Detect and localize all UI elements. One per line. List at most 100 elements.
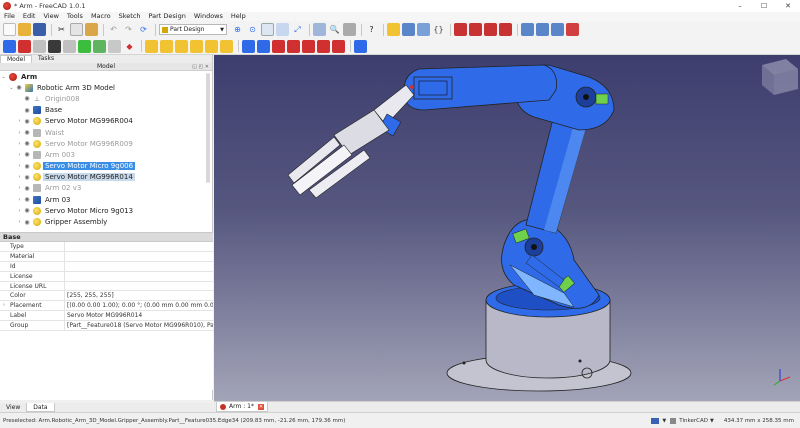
- create-body-icon[interactable]: [3, 39, 16, 53]
- menu-part-design[interactable]: Part Design: [145, 12, 190, 21]
- expand-icon[interactable]: ⌄: [0, 74, 7, 80]
- stereo-view-icon[interactable]: [343, 23, 356, 36]
- expand-icon[interactable]: ›: [16, 141, 23, 147]
- tree-item[interactable]: › ◉ Servo Motor MG996R004: [0, 116, 212, 127]
- subtractive-pipe-icon[interactable]: [302, 39, 315, 53]
- macro-icon[interactable]: {}: [432, 23, 445, 36]
- tree-item[interactable]: ◉ ⟂ Origin008: [0, 93, 212, 104]
- measure-clear-icon[interactable]: [551, 23, 564, 36]
- pocket-icon[interactable]: [242, 39, 255, 53]
- visibility-eye-icon[interactable]: ◉: [15, 84, 23, 91]
- expand-icon[interactable]: ›: [16, 208, 23, 214]
- expand-icon[interactable]: ›: [16, 219, 23, 225]
- property-row[interactable]: Label Servo Motor MG996R014: [0, 311, 213, 322]
- boolean-icon[interactable]: [354, 39, 367, 53]
- visibility-eye-icon[interactable]: ◉: [23, 185, 31, 192]
- property-row[interactable]: License URL: [0, 281, 213, 292]
- tree-item[interactable]: › ◉ Waist: [0, 127, 212, 138]
- close-button[interactable]: ✕: [776, 0, 800, 12]
- axonometric-view-icon[interactable]: [276, 23, 289, 36]
- property-value[interactable]: [65, 282, 213, 291]
- measure-icon[interactable]: ⤢: [291, 23, 304, 36]
- right-view-icon[interactable]: [484, 23, 497, 36]
- expand-icon[interactable]: ›: [16, 174, 23, 180]
- property-row[interactable]: Type: [0, 242, 213, 252]
- tab-model[interactable]: Model: [0, 55, 33, 63]
- visibility-eye-icon[interactable]: ◉: [23, 95, 31, 102]
- property-value[interactable]: [(0.00 0.00 1.00); 0.00 °; (0.00 mm 0.00…: [65, 301, 213, 310]
- tree-item[interactable]: › ◉ Servo Motor Micro 9g013: [0, 205, 212, 216]
- copy-icon[interactable]: [70, 23, 83, 36]
- property-row[interactable]: › Placement [(0.00 0.00 1.00); 0.00 °; (0.…: [0, 301, 213, 312]
- tree-item[interactable]: › ◉ Arm 02 v3: [0, 183, 212, 194]
- menu-help[interactable]: Help: [227, 12, 250, 21]
- visibility-eye-icon[interactable]: ◉: [23, 207, 31, 214]
- create-group-icon[interactable]: [402, 23, 415, 36]
- hole-icon[interactable]: [257, 39, 270, 53]
- helix-icon[interactable]: [205, 39, 218, 53]
- robotic-arm-model[interactable]: [214, 55, 800, 401]
- tab-view[interactable]: View: [0, 403, 26, 412]
- visibility-eye-icon[interactable]: ◉: [23, 129, 31, 136]
- tree-item[interactable]: › ◉ Arm 003: [0, 149, 212, 160]
- new-document-icon[interactable]: [3, 23, 16, 36]
- maximize-button[interactable]: ☐: [752, 0, 776, 12]
- tab-tasks[interactable]: Tasks: [32, 55, 60, 63]
- rear-view-icon[interactable]: [499, 23, 512, 36]
- redo-icon[interactable]: ↷: [122, 23, 135, 36]
- link-icon[interactable]: [417, 23, 430, 36]
- 3d-viewport[interactable]: [214, 55, 800, 401]
- menu-windows[interactable]: Windows: [190, 12, 227, 21]
- property-row[interactable]: Group [Part__Feature018 (Servo Motor MG99…: [0, 321, 213, 332]
- close-tab-icon[interactable]: ✕: [257, 403, 264, 410]
- local-cs-icon[interactable]: ◆: [123, 40, 136, 53]
- fit-selection-icon[interactable]: ⊙: [246, 23, 259, 36]
- loft-icon[interactable]: [175, 39, 188, 53]
- navigation-style-selector[interactable]: ▼ TinkerCAD ▼: [651, 417, 714, 424]
- subtractive-primitive-icon[interactable]: [332, 39, 345, 53]
- tree-item[interactable]: › ◉ Servo Motor Micro 9g006: [0, 161, 212, 172]
- visibility-eye-icon[interactable]: ◉: [23, 174, 31, 181]
- datum-point-icon[interactable]: [48, 39, 61, 53]
- menu-sketch[interactable]: Sketch: [115, 12, 145, 21]
- tree-item[interactable]: ◉ Base: [0, 105, 212, 116]
- shape-binder-icon[interactable]: [93, 39, 106, 53]
- undo-icon[interactable]: ↶: [107, 23, 120, 36]
- expand-icon[interactable]: ⌄: [8, 85, 15, 91]
- save-icon[interactable]: [33, 23, 46, 36]
- minimize-button[interactable]: –: [728, 0, 752, 12]
- validate-sketch-icon[interactable]: [33, 39, 46, 53]
- tab-data[interactable]: Data: [26, 403, 55, 412]
- open-folder-icon[interactable]: [18, 23, 31, 36]
- expand-icon[interactable]: ›: [16, 197, 23, 203]
- additive-primitive-icon[interactable]: [220, 39, 233, 53]
- panel-float-icon[interactable]: ◱ ◰ ✕: [192, 63, 209, 71]
- expand-icon[interactable]: ›: [16, 185, 23, 191]
- expand-icon[interactable]: ›: [16, 152, 23, 158]
- property-row[interactable]: Id: [0, 261, 213, 272]
- visibility-eye-icon[interactable]: ◉: [23, 107, 31, 114]
- refresh-icon[interactable]: ⟳: [137, 23, 150, 36]
- visibility-eye-icon[interactable]: ◉: [23, 196, 31, 203]
- property-value[interactable]: [65, 272, 213, 281]
- fit-all-icon[interactable]: ⊕: [231, 23, 244, 36]
- create-part-icon[interactable]: [387, 23, 400, 36]
- revolution-icon[interactable]: [160, 39, 173, 53]
- tree-item[interactable]: › ◉ Servo Motor MG996R014: [0, 172, 212, 183]
- datum-plane-icon[interactable]: [78, 39, 91, 53]
- expand-icon[interactable]: ›: [3, 301, 5, 311]
- property-value[interactable]: [Part__Feature018 (Servo Motor MG996R010…: [65, 321, 213, 330]
- property-value[interactable]: [255, 255, 255]: [65, 291, 213, 300]
- groove-icon[interactable]: [272, 39, 285, 53]
- tree-root[interactable]: ⌄ Arm: [0, 71, 212, 82]
- subtractive-helix-icon[interactable]: [317, 39, 330, 53]
- navigation-cube[interactable]: [762, 59, 798, 95]
- property-value[interactable]: [65, 242, 213, 251]
- tree-item[interactable]: › ◉ Gripper Assembly: [0, 216, 212, 227]
- visibility-eye-icon[interactable]: ◉: [23, 118, 31, 125]
- property-value[interactable]: Servo Motor MG996R014: [65, 311, 213, 320]
- pad-icon[interactable]: [145, 39, 158, 53]
- visibility-eye-icon[interactable]: ◉: [23, 219, 31, 226]
- property-value[interactable]: [65, 252, 213, 261]
- paste-icon[interactable]: [85, 23, 98, 36]
